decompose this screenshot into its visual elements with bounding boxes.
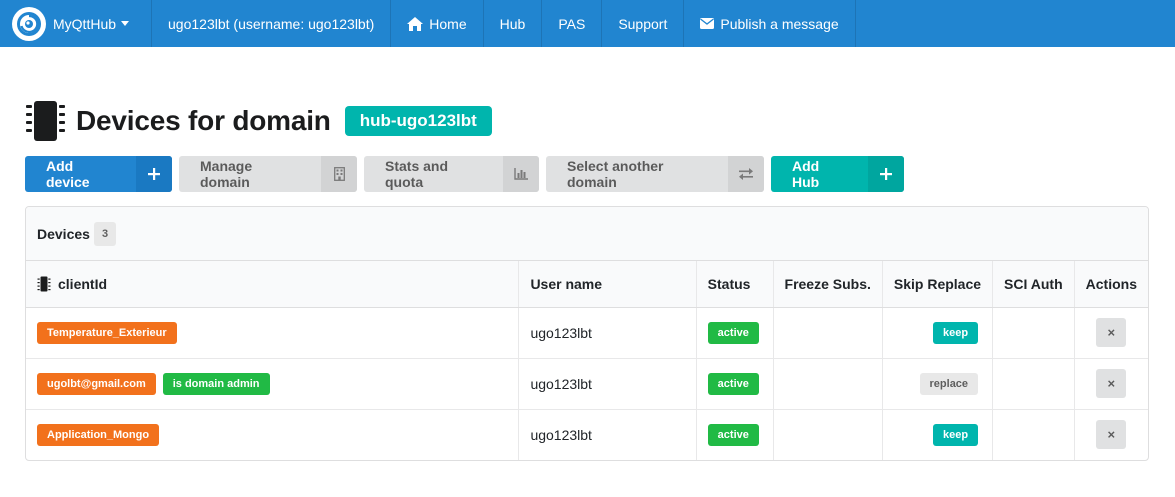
nav-user-info: ugo123lbt (username: ugo123lbt) xyxy=(152,0,392,47)
col-status[interactable]: Status xyxy=(695,261,774,308)
username-cell: ugo123lbt xyxy=(518,307,697,359)
sci-auth-cell xyxy=(992,358,1075,410)
stats-quota-label: Stats and quota xyxy=(385,158,449,190)
nav-home[interactable]: Home xyxy=(391,0,484,47)
bar-chart-icon xyxy=(503,156,539,192)
nav-home-label: Home xyxy=(429,15,467,32)
delete-device-button[interactable]: × xyxy=(1096,369,1127,398)
skip-replace-badge[interactable]: keep xyxy=(932,423,979,446)
page-header: Devices for domain hub-ugo123lbt xyxy=(23,100,492,142)
building-icon xyxy=(321,156,357,192)
username-cell: ugo123lbt xyxy=(518,358,697,410)
sci-auth-cell xyxy=(992,409,1075,460)
add-device-button[interactable]: Add device xyxy=(25,156,172,192)
table-row: Application_Mongo ugo123lbt active keep … xyxy=(26,409,1148,460)
add-device-label: Add device xyxy=(46,158,90,190)
devices-table-panel: Devices 3 clientId User name Status Free… xyxy=(25,206,1149,461)
microchip-icon xyxy=(26,101,65,141)
caret-down-icon xyxy=(121,21,130,26)
col-clientid-label: clientId xyxy=(58,275,108,292)
stats-quota-button[interactable]: Stats and quota xyxy=(364,156,539,192)
select-domain-button[interactable]: Select another domain xyxy=(546,156,764,192)
skip-replace-badge[interactable]: replace xyxy=(919,372,979,395)
status-badge: active xyxy=(707,321,759,344)
freeze-subs-cell xyxy=(772,307,883,359)
delete-device-button[interactable]: × xyxy=(1096,420,1127,450)
status-badge: active xyxy=(707,423,759,446)
freeze-subs-cell xyxy=(772,409,883,460)
brand-menu[interactable]: MyQttHub xyxy=(0,0,153,47)
nav-hub[interactable]: Hub xyxy=(484,0,543,47)
manage-domain-button[interactable]: Manage domain xyxy=(179,156,357,192)
microchip-icon xyxy=(37,276,51,292)
table-row: Temperature_Exterieur ugo123lbt active k… xyxy=(26,307,1148,359)
clientid-label[interactable]: Temperature_Exterieur xyxy=(37,321,177,344)
clientid-label[interactable]: ugolbt@gmail.com xyxy=(37,372,156,395)
col-freeze-subs[interactable]: Freeze Subs. xyxy=(772,261,883,308)
col-username[interactable]: User name xyxy=(518,261,697,308)
nav-pas[interactable]: PAS xyxy=(542,0,603,47)
domain-badge: hub-ugo123lbt xyxy=(344,106,492,136)
envelope-icon xyxy=(700,18,715,29)
skip-replace-badge[interactable]: keep xyxy=(932,321,979,344)
devices-count-badge: 3 xyxy=(93,221,117,246)
nav-publish-label: Publish a message xyxy=(720,15,839,32)
brand-name: MyQttHub xyxy=(53,15,117,32)
devices-title: Devices xyxy=(37,225,90,242)
nav-publish-message[interactable]: Publish a message xyxy=(684,0,856,47)
col-sci-auth[interactable]: SCI Auth xyxy=(992,261,1075,308)
manage-domain-label: Manage domain xyxy=(200,158,253,190)
add-hub-label: Add Hub xyxy=(792,158,820,190)
devices-table-header: Devices 3 xyxy=(26,207,1148,261)
action-button-row: Add device Manage domain Stats and quota… xyxy=(25,156,904,192)
select-domain-label: Select another domain xyxy=(567,158,664,190)
clientid-label[interactable]: Application_Mongo xyxy=(37,423,160,446)
table-row: ugolbt@gmail.com is domain admin ugo123lb… xyxy=(26,358,1148,410)
devices-table: clientId User name Status Freeze Subs. S… xyxy=(26,261,1148,460)
col-skip-replace[interactable]: Skip Replace xyxy=(881,261,993,308)
col-clientid[interactable]: clientId xyxy=(26,261,519,308)
add-hub-button[interactable]: Add Hub xyxy=(771,156,904,192)
domain-admin-badge: is domain admin xyxy=(162,372,270,395)
home-icon xyxy=(407,16,424,31)
sci-auth-cell xyxy=(992,307,1075,359)
page-title: Devices for domain xyxy=(76,105,331,136)
col-actions: Actions xyxy=(1073,261,1148,308)
status-badge: active xyxy=(707,372,759,395)
nav-support[interactable]: Support xyxy=(602,0,685,47)
top-navbar: MyQttHub ugo123lbt (username: ugo123lbt)… xyxy=(0,0,1175,47)
username-cell: ugo123lbt xyxy=(518,409,697,460)
delete-device-button[interactable]: × xyxy=(1096,318,1127,347)
table-header-row: clientId User name Status Freeze Subs. S… xyxy=(26,261,1148,308)
freeze-subs-cell xyxy=(772,358,883,410)
plus-icon xyxy=(136,156,172,192)
exchange-icon xyxy=(728,156,764,192)
myqtthub-logo-icon xyxy=(12,6,46,41)
plus-icon xyxy=(868,156,904,192)
